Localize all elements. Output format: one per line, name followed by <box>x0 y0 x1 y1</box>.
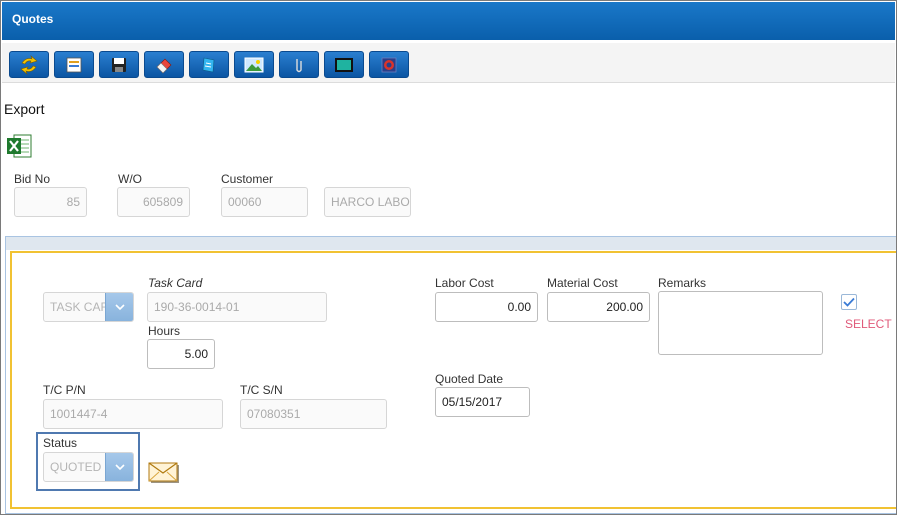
hours-input[interactable]: 5.00 <box>147 339 215 369</box>
status-label: Status <box>43 436 78 450</box>
refresh-button[interactable] <box>9 51 49 78</box>
detail-panel-header <box>6 237 896 250</box>
stop-icon <box>381 57 397 72</box>
window-title-bar: Quotes <box>2 2 895 40</box>
checkmark-icon <box>843 297 855 307</box>
tc-pn-field: 1001447-4 <box>43 399 223 429</box>
task-card-label: Task Card <box>148 276 203 290</box>
remarks-label: Remarks <box>658 276 707 290</box>
material-cost-label: Material Cost <box>547 276 618 290</box>
select-checkbox[interactable] <box>841 294 857 310</box>
tc-sn-field: 07080351 <box>240 399 387 429</box>
close-button[interactable] <box>369 51 409 78</box>
new-document-icon <box>66 57 82 72</box>
customer-name-field: HARCO LABOR <box>324 187 411 217</box>
save-button[interactable] <box>99 51 139 78</box>
tc-pn-label: T/C P/N <box>43 383 86 397</box>
labor-cost-label: Labor Cost <box>435 276 494 290</box>
remarks-textarea[interactable] <box>658 291 823 355</box>
notepad-icon <box>202 57 215 72</box>
bid-no-field: 85 <box>14 187 87 217</box>
status-select[interactable]: QUOTED <box>43 452 134 482</box>
hours-label: Hours <box>148 324 181 338</box>
image-button[interactable] <box>234 51 274 78</box>
toolbar <box>2 43 895 83</box>
select-link[interactable]: SELECT <box>845 317 892 331</box>
wo-field: 605809 <box>117 187 190 217</box>
monitor-icon <box>335 57 353 72</box>
wo-label: W/O <box>118 172 142 186</box>
excel-icon[interactable] <box>5 132 33 160</box>
window-title: Quotes <box>12 12 54 26</box>
type-select[interactable]: TASK CARD <box>43 292 134 322</box>
labor-cost-input[interactable]: 0.00 <box>435 292 538 322</box>
quoted-date-input[interactable]: 05/15/2017 <box>435 387 530 417</box>
status-select-value: QUOTED <box>50 460 102 474</box>
task-card-field: 190-36-0014-01 <box>147 292 327 322</box>
bid-no-label: Bid No <box>14 172 51 186</box>
paperclip-icon <box>296 58 302 72</box>
envelope-icon[interactable] <box>147 460 180 484</box>
material-cost-input[interactable]: 200.00 <box>547 292 650 322</box>
quoted-date-label: Quoted Date <box>435 372 504 386</box>
floppy-disk-icon <box>112 57 126 72</box>
picture-icon <box>244 57 264 72</box>
new-record-button[interactable] <box>54 51 94 78</box>
quotes-window: Quotes Export Bid No 85 W/O 605809 Custo… <box>0 0 897 515</box>
attach-button[interactable] <box>279 51 319 78</box>
chevron-down-icon[interactable] <box>105 293 133 321</box>
screen-button[interactable] <box>324 51 364 78</box>
tc-sn-label: T/C S/N <box>240 383 283 397</box>
notes-button[interactable] <box>189 51 229 78</box>
customer-label: Customer <box>221 172 274 186</box>
eraser-icon <box>156 58 172 73</box>
refresh-arrows-icon <box>20 54 38 75</box>
customer-code-field: 00060 <box>221 187 308 217</box>
export-label: Export <box>4 101 45 117</box>
chevron-down-icon[interactable] <box>105 453 133 481</box>
erase-button[interactable] <box>144 51 184 78</box>
